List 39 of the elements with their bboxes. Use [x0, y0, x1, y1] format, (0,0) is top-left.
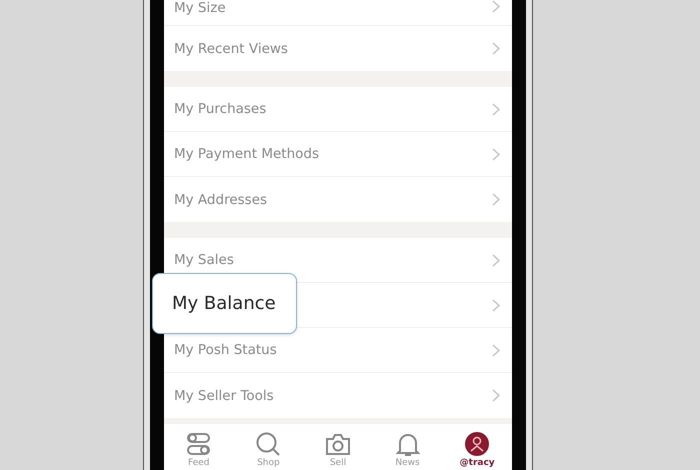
chevron-right-icon: [492, 298, 500, 312]
menu-item[interactable]: My Addresses: [164, 177, 512, 222]
menu-item-label: My Purchases: [174, 101, 266, 117]
tab-label: @tracy: [460, 458, 495, 469]
tab-bar-item[interactable]: News: [378, 431, 438, 469]
callout-tooltip: My Balance: [152, 273, 297, 334]
avatar-icon: [464, 431, 490, 457]
tab-bar-item[interactable]: Shop: [238, 431, 298, 469]
search-icon: [255, 431, 282, 457]
menu-item-label: My Sales: [174, 252, 234, 268]
tab-bar-item[interactable]: @tracy: [447, 431, 508, 469]
chevron-right-icon: [492, 148, 500, 160]
chevron-right-icon: [492, 254, 500, 266]
tab-label: Sell: [330, 458, 346, 469]
menu-item-label: My Payment Methods: [174, 146, 319, 162]
menu-item-label: My Addresses: [174, 192, 268, 208]
menu-item[interactable]: My Purchases: [164, 87, 512, 132]
menu-item[interactable]: My Seller Tools: [164, 373, 512, 418]
chevron-right-icon: [492, 344, 500, 356]
camera-icon: [324, 431, 351, 457]
chevron-right-icon: [492, 193, 500, 206]
menu-item-label: My Size: [174, 0, 226, 16]
bell-icon: [394, 431, 421, 457]
tab-bar-item[interactable]: Feed: [168, 431, 229, 469]
menu-item[interactable]: My Payment Methods: [164, 132, 512, 177]
chevron-right-icon: [492, 389, 500, 402]
toggles-icon: [186, 431, 212, 457]
chevron-right-icon: [492, 102, 500, 116]
menu-item[interactable]: My Size: [164, 0, 512, 26]
tab-label: Feed: [188, 458, 210, 469]
tab-bar-item[interactable]: Sell: [308, 431, 368, 469]
menu-item[interactable]: My Recent Views: [164, 26, 512, 71]
chevron-right-icon: [492, 42, 500, 55]
menu-item-label: My Recent Views: [174, 40, 288, 56]
menu-item-label: My Posh Status: [174, 342, 277, 358]
tab-label: News: [395, 458, 420, 469]
tab-label: Shop: [257, 458, 280, 469]
chevron-right-icon: [492, 0, 500, 13]
menu-item-label: My Seller Tools: [174, 388, 274, 404]
